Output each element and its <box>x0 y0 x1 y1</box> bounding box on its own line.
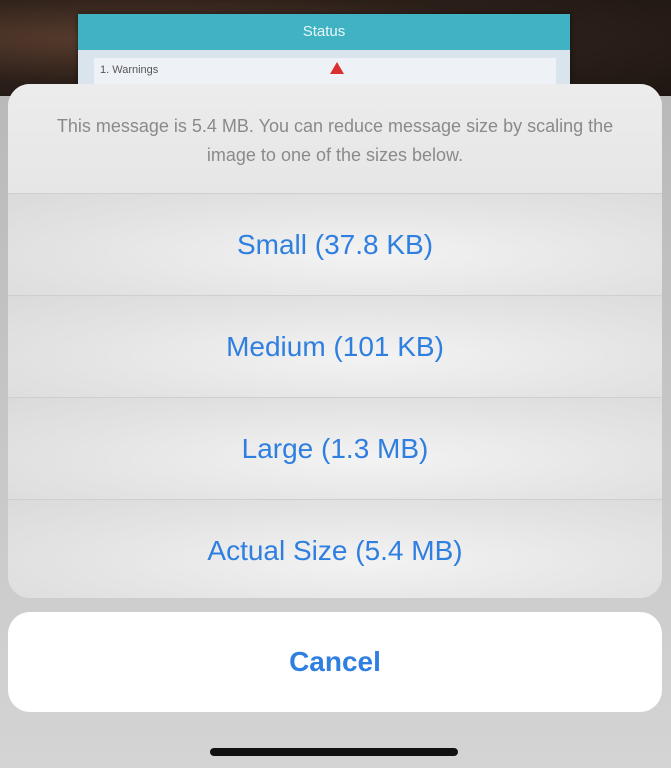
option-medium-button[interactable]: Medium (101 KB) <box>8 296 662 398</box>
option-actual-size-button[interactable]: Actual Size (5.4 MB) <box>8 500 662 598</box>
option-large-button[interactable]: Large (1.3 MB) <box>8 398 662 500</box>
cancel-button[interactable]: Cancel <box>8 612 662 712</box>
option-small-button[interactable]: Small (37.8 KB) <box>8 194 662 296</box>
image-size-action-sheet: This message is 5.4 MB. You can reduce m… <box>8 84 662 598</box>
background-screen-row-label: 1. Warnings <box>100 64 159 76</box>
background-screen-header: Status <box>78 14 570 50</box>
sheet-message: This message is 5.4 MB. You can reduce m… <box>8 84 662 194</box>
home-indicator[interactable] <box>210 748 458 756</box>
warning-triangle-icon <box>330 62 344 74</box>
